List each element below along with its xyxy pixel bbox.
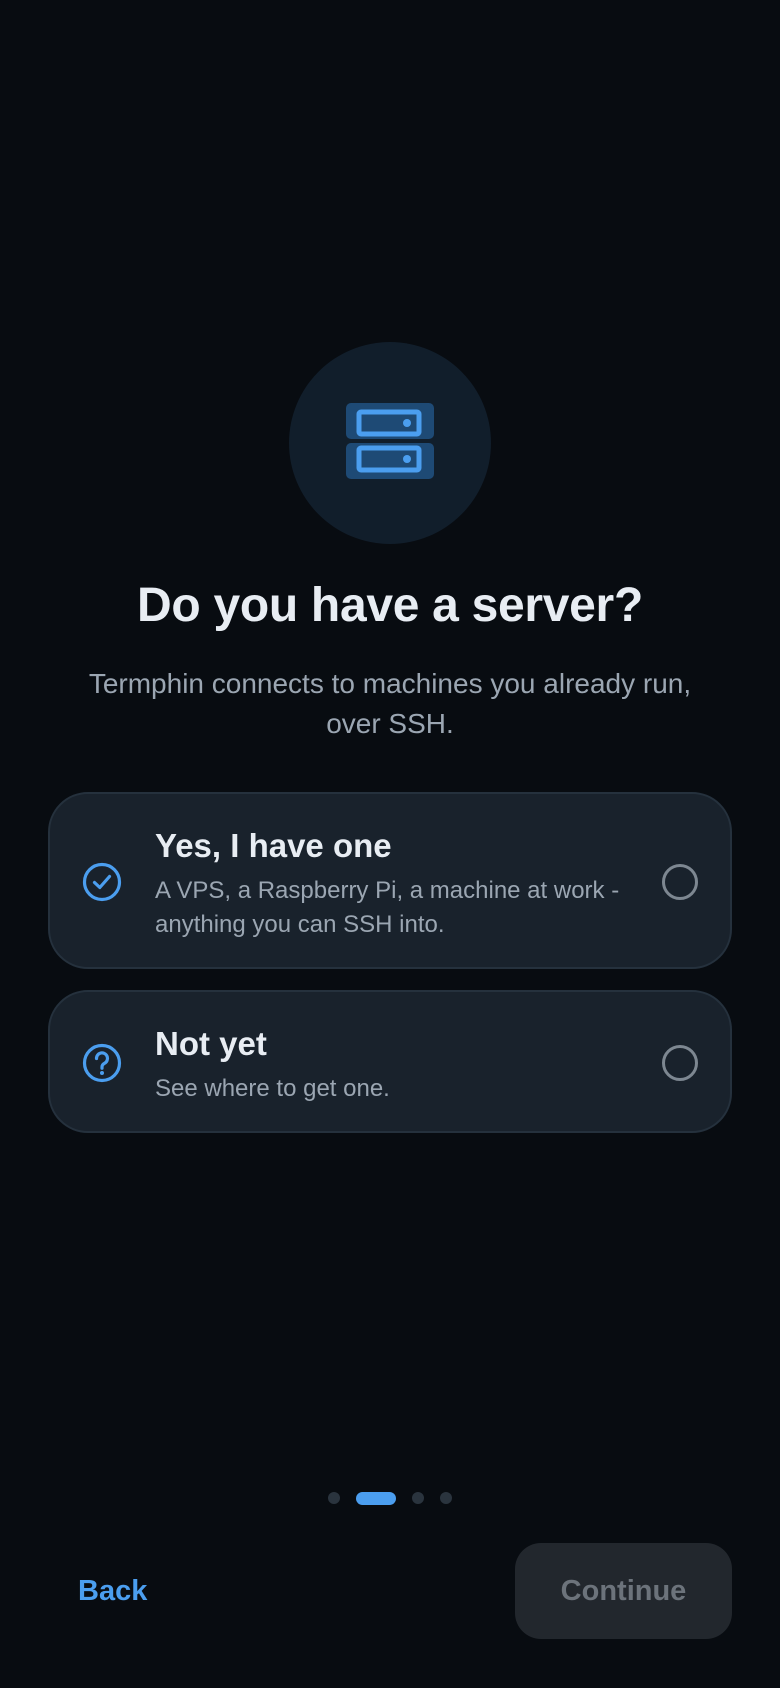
pager-dot-2-active xyxy=(356,1491,396,1505)
back-button[interactable]: Back xyxy=(52,1543,173,1639)
pager-dot-3 xyxy=(412,1492,424,1504)
radio-button-not-yet[interactable] xyxy=(662,1045,698,1081)
pager-dot-4 xyxy=(440,1492,452,1504)
option-description: A VPS, a Raspberry Pi, a machine at work… xyxy=(155,877,620,938)
option-title: Yes, I have one xyxy=(155,827,392,864)
page-title: Do you have a server? xyxy=(137,579,643,632)
page-indicator xyxy=(0,1491,780,1505)
option-card-not-yet[interactable]: Not yet See where to get one. xyxy=(48,990,732,1133)
pager-dot-1 xyxy=(328,1492,340,1504)
help-circle-icon xyxy=(82,1043,122,1083)
option-card-yes[interactable]: Yes, I have one A VPS, a Raspberry Pi, a… xyxy=(48,792,732,969)
option-title: Not yet xyxy=(155,1025,267,1062)
option-text-yes: Yes, I have one A VPS, a Raspberry Pi, a… xyxy=(155,826,630,942)
server-icon xyxy=(346,403,434,479)
check-circle-icon xyxy=(82,862,122,902)
option-text-not-yet: Not yet See where to get one. xyxy=(155,1024,630,1106)
continue-button[interactable]: Continue xyxy=(515,1543,732,1639)
page-subtitle: Termphin connects to machines you alread… xyxy=(88,668,692,739)
hero-illustration xyxy=(289,342,491,544)
option-description: See where to get one. xyxy=(155,1075,390,1102)
radio-button-yes[interactable] xyxy=(662,864,698,900)
